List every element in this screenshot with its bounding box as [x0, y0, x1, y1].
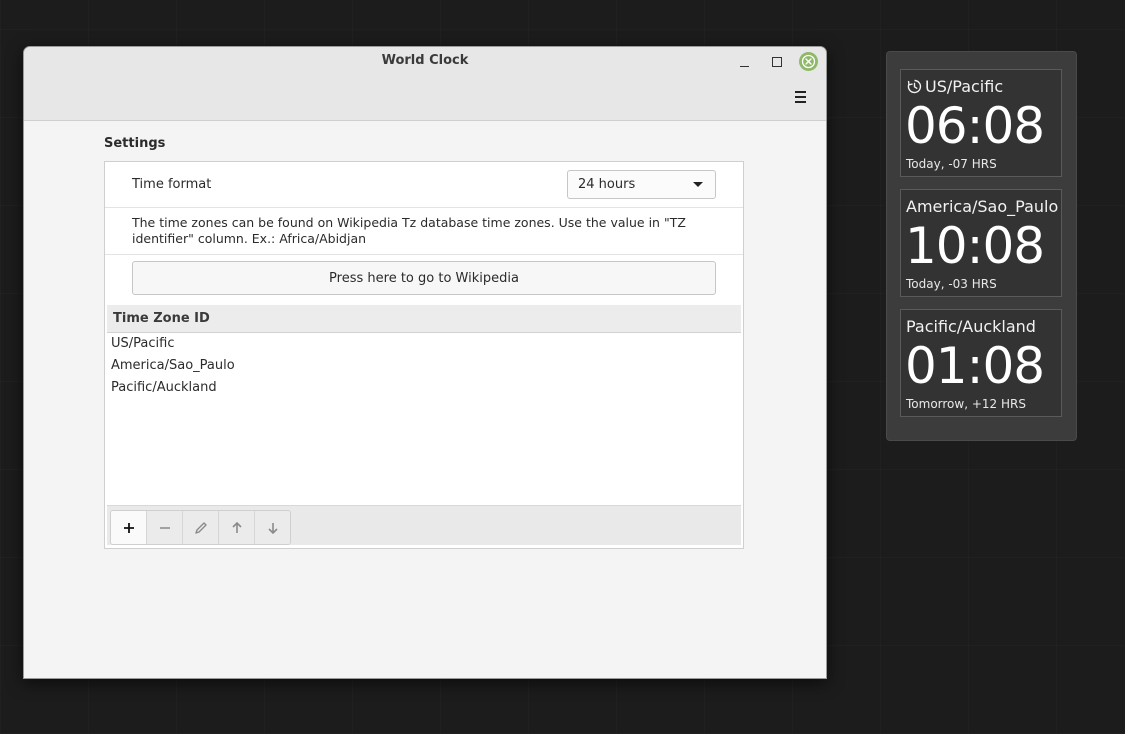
clock-time: 10:08 — [905, 217, 1045, 275]
edit-icon — [194, 521, 207, 534]
timer-icon — [907, 79, 922, 94]
clock-zone-label: Pacific/Auckland — [906, 317, 1036, 336]
remove-button[interactable] — [147, 511, 183, 544]
move-down-icon — [267, 522, 278, 534]
clock-card-us-pacific: US/Pacific 06:08 Today, -07 HRS — [900, 69, 1062, 177]
remove-icon — [159, 526, 170, 529]
timezone-list-header[interactable]: Time Zone ID — [107, 305, 741, 333]
clock-zone-name: Pacific/Auckland — [906, 317, 1036, 336]
column-header-timezone-id: Time Zone ID — [113, 311, 210, 326]
maximize-icon — [772, 57, 782, 67]
settings-panel: Time format 24 hours The time zones can … — [104, 161, 744, 549]
edit-button[interactable] — [183, 511, 219, 544]
time-format-dropdown[interactable]: 24 hours — [567, 170, 716, 199]
clock-zone-name: US/Pacific — [925, 77, 1004, 96]
hamburger-menu-button[interactable] — [790, 87, 810, 107]
settings-heading: Settings — [104, 136, 166, 151]
info-row: The time zones can be found on Wikipedia… — [105, 208, 743, 255]
clock-zone-name: America/Sao_Paulo — [906, 197, 1059, 216]
add-button[interactable] — [111, 511, 147, 544]
list-item[interactable]: US/Pacific — [107, 333, 741, 355]
clock-time: 06:08 — [905, 97, 1045, 155]
move-up-icon — [231, 521, 242, 533]
toolbar-button-group — [110, 510, 291, 545]
clock-zone-label: US/Pacific — [906, 77, 1003, 96]
world-clock-window: World Clock Settings Time format 24 hour… — [23, 46, 827, 679]
clock-offset: Today, -03 HRS — [906, 277, 997, 291]
move-up-button[interactable] — [219, 511, 255, 544]
time-format-row: Time format 24 hours — [105, 162, 743, 208]
hamburger-icon — [794, 91, 806, 93]
list-item[interactable]: America/Sao_Paulo — [107, 355, 741, 377]
window-title: World Clock — [381, 53, 469, 68]
timezone-list: Time Zone ID US/Pacific America/Sao_Paul… — [107, 305, 741, 546]
minimize-button[interactable] — [734, 52, 754, 72]
dropdown-arrow-icon — [693, 182, 703, 187]
header-bar[interactable]: World Clock — [24, 47, 826, 121]
maximize-button[interactable] — [767, 52, 787, 72]
add-icon — [123, 522, 134, 533]
world-clock-desklet[interactable]: US/Pacific 06:08 Today, -07 HRS America/… — [886, 51, 1077, 441]
timezone-list-rows: US/Pacific America/Sao_Paulo Pacific/Auc… — [107, 333, 741, 399]
clock-zone-label: America/Sao_Paulo — [906, 197, 1058, 216]
close-button[interactable] — [799, 52, 818, 71]
close-icon — [801, 54, 816, 69]
timezone-info-text: The time zones can be found on Wikipedia… — [132, 215, 686, 246]
time-format-value: 24 hours — [578, 177, 636, 192]
minimize-icon — [739, 65, 749, 67]
list-toolbar — [107, 505, 741, 545]
time-format-label: Time format — [132, 177, 212, 192]
clock-card-america-sao-paulo: America/Sao_Paulo 10:08 Today, -03 HRS — [900, 189, 1062, 297]
clock-offset: Today, -07 HRS — [906, 157, 997, 171]
wikipedia-button[interactable]: Press here to go to Wikipedia — [132, 261, 716, 295]
clock-offset: Tomorrow, +12 HRS — [906, 397, 1026, 411]
clock-time: 01:08 — [905, 337, 1045, 395]
list-item[interactable]: Pacific/Auckland — [107, 377, 741, 399]
clock-card-pacific-auckland: Pacific/Auckland 01:08 Tomorrow, +12 HRS — [900, 309, 1062, 417]
move-down-button[interactable] — [255, 511, 290, 544]
